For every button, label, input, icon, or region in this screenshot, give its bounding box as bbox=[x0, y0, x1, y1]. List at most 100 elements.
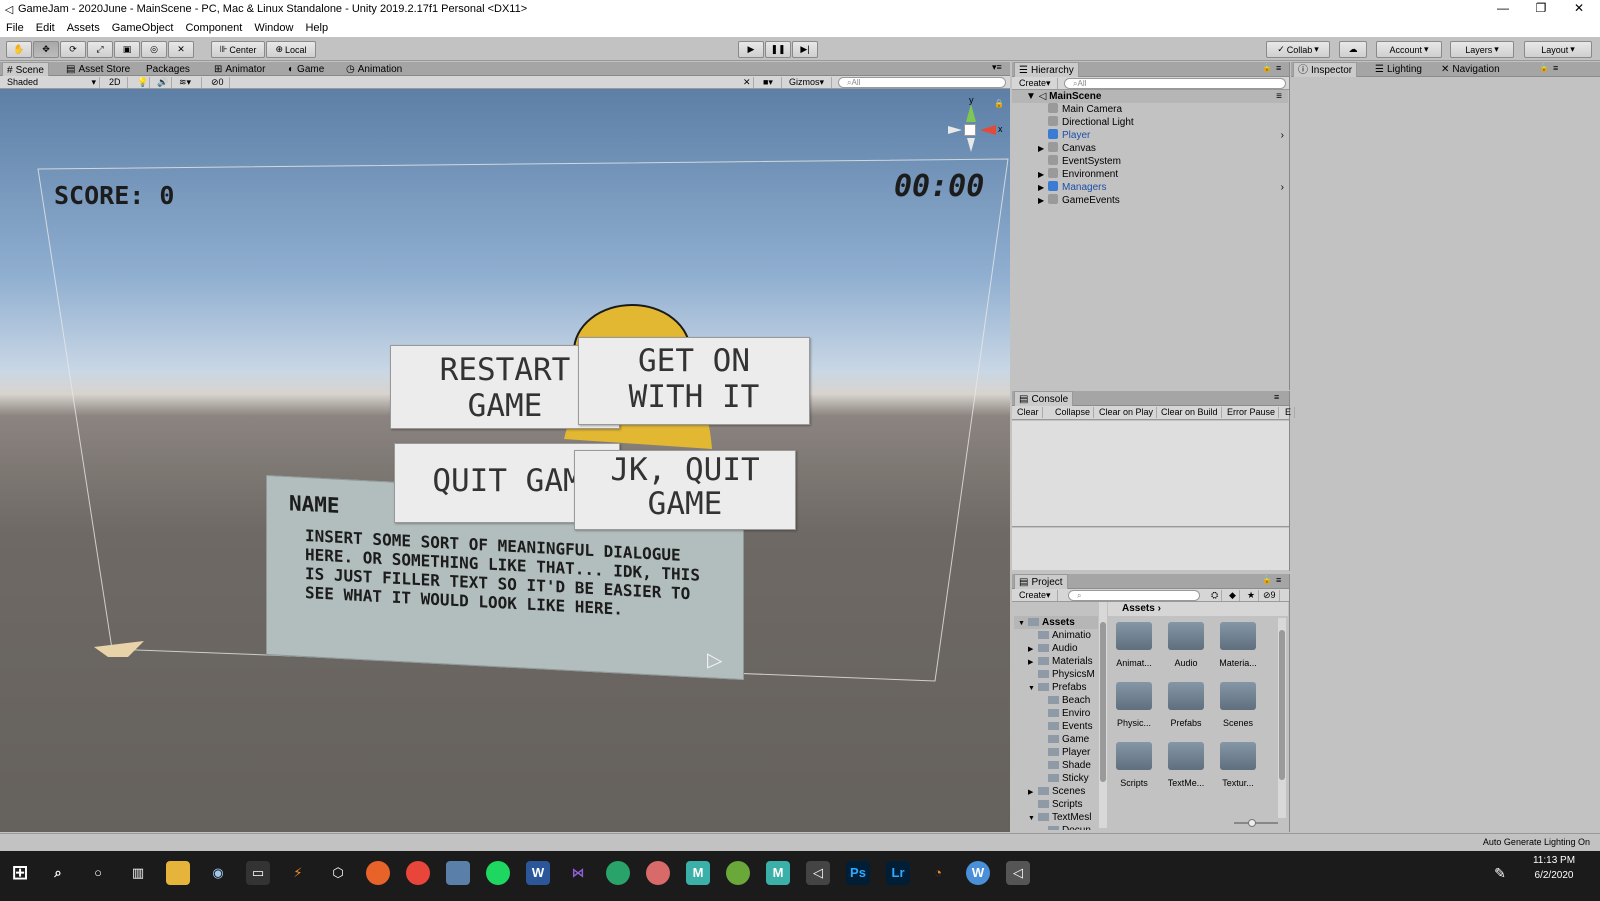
console-clear-on-play-button[interactable]: Clear on Play bbox=[1096, 407, 1158, 418]
pause-button[interactable]: ❚❚ bbox=[765, 41, 791, 58]
hierarchy-item[interactable]: ▶ Managers › bbox=[1012, 181, 1288, 194]
expand-arrow-icon[interactable]: ▶ bbox=[1028, 643, 1038, 655]
lock-icon[interactable]: 🔒 bbox=[1539, 63, 1549, 72]
expand-arrow-icon[interactable]: ▼ bbox=[1028, 812, 1038, 824]
project-tree-item[interactable]: ▶ Materials bbox=[1014, 655, 1098, 668]
app-icon[interactable] bbox=[446, 861, 470, 885]
m-app-icon[interactable]: M bbox=[686, 861, 710, 885]
filter-type-icon[interactable]: ⛭ bbox=[1208, 590, 1223, 601]
rotate-tool-icon[interactable]: ⟳ bbox=[60, 41, 86, 58]
scale-tool-icon[interactable]: ⤢ bbox=[87, 41, 113, 58]
blender-icon[interactable]: ◔ bbox=[926, 861, 950, 885]
menu-component[interactable]: Component bbox=[179, 22, 248, 34]
file-explorer-icon[interactable] bbox=[166, 861, 190, 885]
restore-button[interactable]: ❐ bbox=[1522, 0, 1560, 18]
console-clear-button[interactable]: Clear bbox=[1014, 407, 1043, 418]
camera-dropdown-icon[interactable]: ■▾ bbox=[760, 77, 782, 88]
panel-menu-icon[interactable]: ≡ bbox=[1553, 63, 1558, 73]
paint-app-icon[interactable] bbox=[646, 861, 670, 885]
menu-help[interactable]: Help bbox=[299, 22, 334, 34]
next-arrow-icon[interactable]: ▷ bbox=[707, 647, 722, 673]
menu-assets[interactable]: Assets bbox=[61, 22, 106, 34]
panel-menu-icon[interactable]: ≡ bbox=[1276, 63, 1281, 73]
hierarchy-create-dropdown[interactable]: Create▾ bbox=[1016, 78, 1058, 89]
windows-start-icon[interactable]: ⊞ bbox=[8, 861, 32, 885]
expand-arrow-icon[interactable]: ▼ bbox=[1018, 617, 1028, 629]
layers-dropdown[interactable]: Layers ▾ bbox=[1450, 41, 1514, 58]
menu-edit[interactable]: Edit bbox=[30, 22, 61, 34]
layout-dropdown[interactable]: Layout ▾ bbox=[1524, 41, 1592, 58]
hidden-objects-toggle[interactable]: ⊘0 bbox=[208, 77, 230, 88]
assets-breadcrumb[interactable]: Assets › bbox=[1108, 602, 1288, 616]
hierarchy-item[interactable]: ▶ Canvas bbox=[1012, 142, 1288, 155]
project-search-input[interactable]: ⌕ bbox=[1068, 590, 1200, 601]
audio-toggle-icon[interactable]: 🔊 bbox=[154, 77, 172, 88]
transform-tool-icon[interactable]: ◎ bbox=[141, 41, 167, 58]
draw-mode-dropdown[interactable]: Shaded ▾ bbox=[4, 77, 100, 88]
map-app-icon[interactable] bbox=[726, 861, 750, 885]
asset-folder-item[interactable]: Scripts bbox=[1108, 738, 1160, 796]
menu-file[interactable]: File bbox=[0, 22, 30, 34]
gizmo-neg-x-arrow[interactable] bbox=[948, 126, 962, 134]
expand-arrow-icon[interactable]: ▼ bbox=[1028, 682, 1038, 694]
hierarchy-item[interactable]: ▶ Environment bbox=[1012, 168, 1288, 181]
spotify-icon[interactable] bbox=[486, 861, 510, 885]
project-tree-item[interactable]: Player bbox=[1014, 746, 1098, 759]
menu-gameobject[interactable]: GameObject bbox=[106, 22, 180, 34]
grid-scrollbar-thumb[interactable] bbox=[1279, 630, 1285, 780]
asset-folder-item[interactable]: Textur... bbox=[1212, 738, 1264, 796]
panel-menu-icon[interactable]: ▾≡ bbox=[992, 62, 1002, 73]
project-tree-item[interactable]: Events bbox=[1014, 720, 1098, 733]
project-tree-item[interactable]: Shade bbox=[1014, 759, 1098, 772]
project-tree-item[interactable]: PhysicsM bbox=[1014, 668, 1098, 681]
project-tree-item[interactable]: Scripts bbox=[1014, 798, 1098, 811]
scene-viewport[interactable]: SCORE: 0 00:00 y x 🔒 NAME INSERT SOME SO… bbox=[0, 89, 1010, 832]
scene-root-item[interactable]: ▼ ◁ MainScene ≡ bbox=[1012, 90, 1288, 103]
writer-icon[interactable]: W bbox=[966, 861, 990, 885]
tab-asset-store[interactable]: ▤ Asset Store bbox=[62, 62, 134, 77]
lighting-toggle-icon[interactable]: 💡 bbox=[134, 77, 150, 88]
pivot-local-button[interactable]: ⊕ Local bbox=[266, 41, 316, 58]
tab-inspector[interactable]: ⓘ Inspector bbox=[1293, 62, 1358, 77]
photoshop-icon[interactable]: Ps bbox=[846, 861, 870, 885]
lightroom-icon[interactable]: Lr bbox=[886, 861, 910, 885]
project-tree-item[interactable]: Game bbox=[1014, 733, 1098, 746]
m-app-2-icon[interactable]: M bbox=[766, 861, 790, 885]
project-tree-item[interactable]: ▶ Scenes bbox=[1014, 785, 1098, 798]
move-tool-icon[interactable]: ✥ bbox=[33, 41, 59, 58]
panel-menu-icon[interactable]: ≡ bbox=[1274, 392, 1279, 402]
expand-arrow-icon[interactable]: ▶ bbox=[1038, 181, 1044, 194]
cloud-button[interactable]: ☁ bbox=[1339, 41, 1367, 58]
scene-search-input[interactable]: ⌕All bbox=[838, 77, 1006, 88]
hierarchy-item[interactable]: Player › bbox=[1012, 129, 1288, 142]
chat-app-icon[interactable] bbox=[606, 861, 630, 885]
hierarchy-item[interactable]: Main Camera bbox=[1012, 103, 1288, 116]
hidden-packages-toggle[interactable]: ⊘9 bbox=[1260, 590, 1280, 601]
tree-scrollbar[interactable] bbox=[1099, 602, 1107, 828]
hierarchy-item[interactable]: EventSystem bbox=[1012, 155, 1288, 168]
icon-size-slider[interactable] bbox=[1234, 819, 1278, 827]
firefox-icon[interactable] bbox=[366, 861, 390, 885]
tab-navigation[interactable]: ✕ Navigation bbox=[1437, 62, 1504, 77]
tab-lighting[interactable]: ☰ Lighting bbox=[1371, 62, 1426, 77]
lock-icon[interactable]: 🔒 bbox=[1262, 575, 1272, 584]
hierarchy-search-input[interactable]: ⌕All bbox=[1064, 78, 1286, 89]
project-tree-item[interactable]: Sticky bbox=[1014, 772, 1098, 785]
terminal-icon[interactable]: ▭ bbox=[246, 861, 270, 885]
expand-arrow-icon[interactable]: ▶ bbox=[1028, 656, 1038, 668]
unity-active-icon[interactable]: ◁ bbox=[1006, 861, 1030, 885]
cortana-icon[interactable]: ○ bbox=[86, 861, 110, 885]
pivot-center-button[interactable]: ⊪ Center bbox=[211, 41, 265, 58]
console-error-pause-button[interactable]: Error Pause bbox=[1224, 407, 1280, 418]
chevron-right-icon[interactable]: › bbox=[1281, 129, 1284, 142]
rect-tool-icon[interactable]: ▣ bbox=[114, 41, 140, 58]
get-on-with-it-button[interactable]: GET ON WITH IT bbox=[578, 337, 810, 425]
task-view-icon[interactable]: ▥ bbox=[126, 861, 150, 885]
expand-arrow-icon[interactable]: ▶ bbox=[1038, 142, 1044, 155]
expand-arrow-icon[interactable]: ▼ bbox=[1026, 91, 1036, 102]
asset-folder-item[interactable]: Animat... bbox=[1108, 618, 1160, 676]
project-tree-item[interactable]: ▶ Audio bbox=[1014, 642, 1098, 655]
panel-menu-icon[interactable]: ≡ bbox=[1276, 575, 1281, 585]
filter-label-icon[interactable]: ◆ bbox=[1226, 590, 1240, 601]
taskbar-clock[interactable]: 11:13 PM 6/2/2020 bbox=[1516, 853, 1592, 883]
